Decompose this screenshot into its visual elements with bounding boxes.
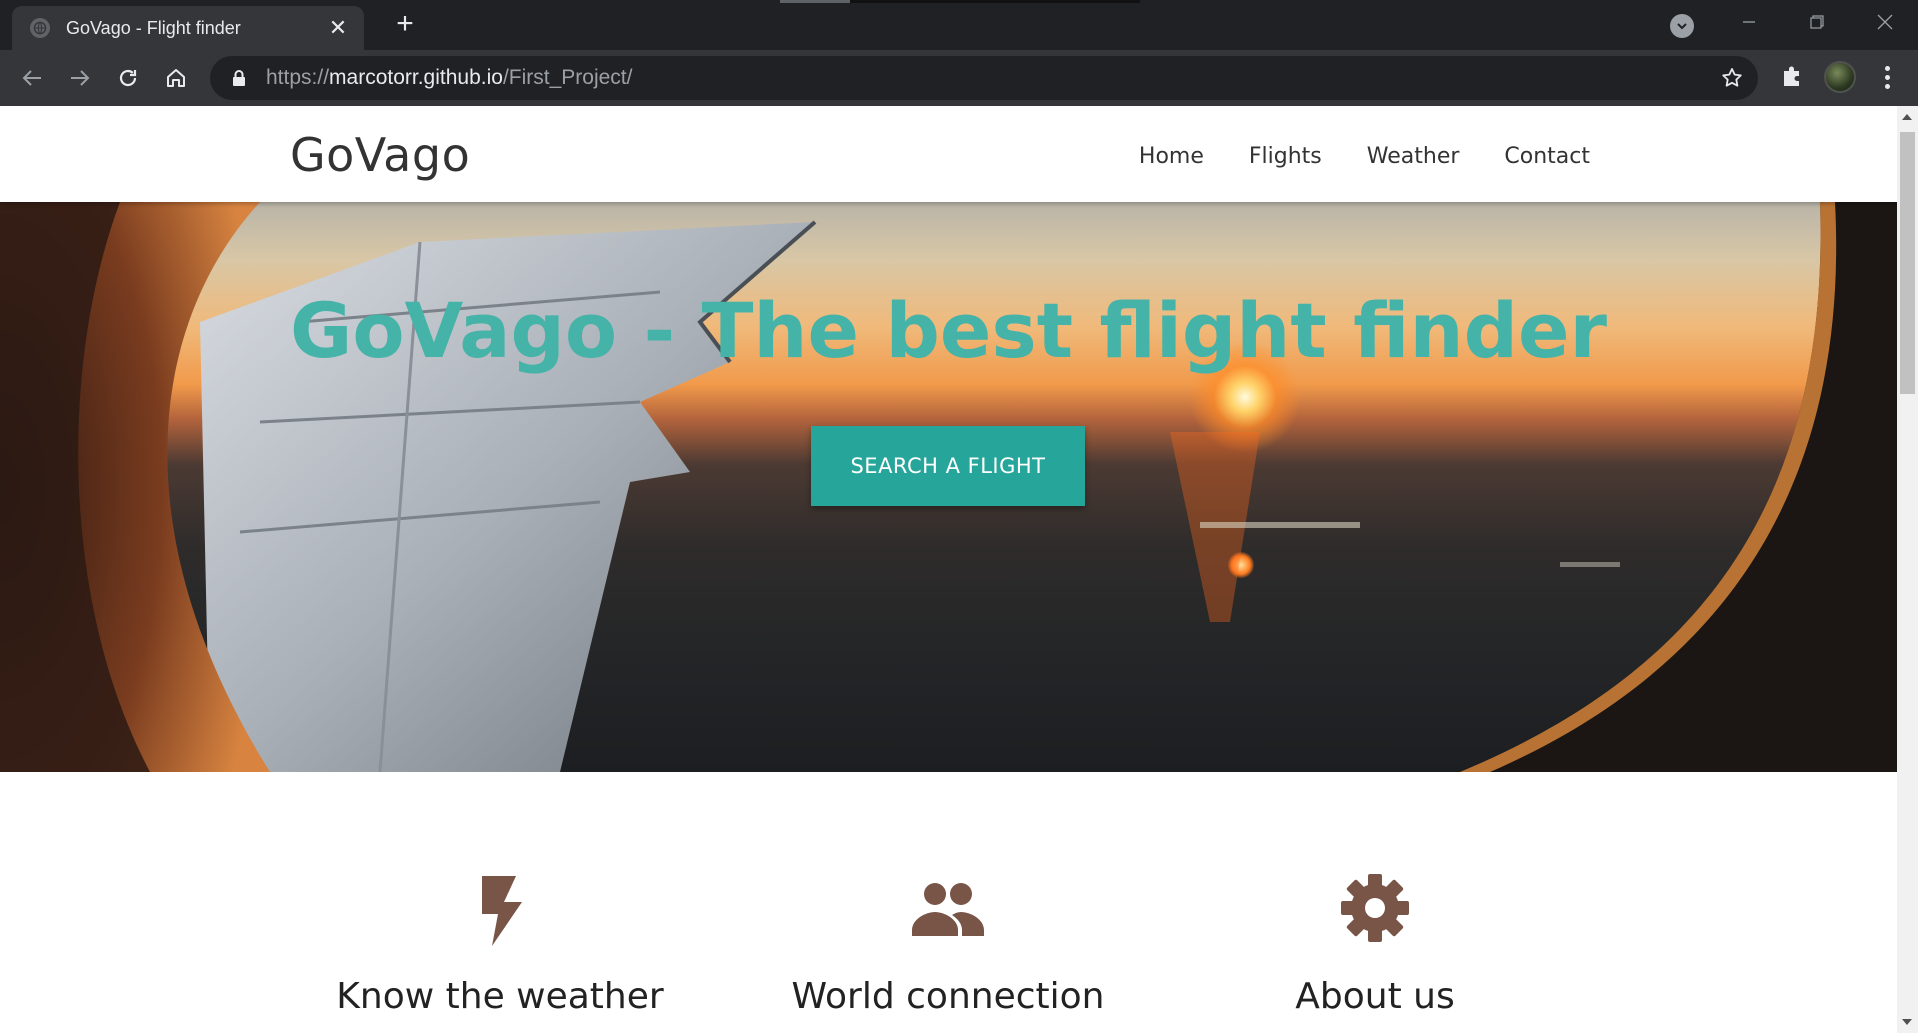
tab-strip-indicator — [780, 0, 1140, 3]
scroll-up-arrow-icon[interactable] — [1902, 114, 1912, 120]
browser-menu-button[interactable] — [1874, 62, 1900, 92]
arrow-right-icon — [71, 70, 90, 86]
feature-title: About us — [1295, 976, 1455, 1017]
extensions-puzzle-icon[interactable] — [1778, 62, 1806, 90]
window-close-button[interactable] — [1862, 8, 1908, 36]
search-flight-button[interactable]: SEARCH A FLIGHT — [811, 426, 1085, 506]
profile-avatar[interactable] — [1824, 61, 1856, 93]
tab-close-icon[interactable]: ✕ — [326, 15, 350, 41]
gear-icon — [1341, 874, 1409, 942]
url-text: https://marcotorr.github.io/First_Projec… — [266, 66, 633, 89]
site-nav-links: Home Flights Weather Contact — [1139, 144, 1590, 169]
people-icon — [912, 883, 984, 936]
restore-button[interactable] — [1794, 8, 1840, 36]
nav-link-weather[interactable]: Weather — [1367, 144, 1460, 169]
arrow-left-icon — [22, 70, 41, 86]
close-icon — [1877, 14, 1893, 30]
address-bar[interactable]: https://marcotorr.github.io/First_Projec… — [210, 56, 1758, 100]
globe-icon — [30, 18, 50, 38]
feature-title: World connection — [791, 976, 1105, 1017]
feature-title: Know the weather — [336, 976, 664, 1017]
chevron-down-icon — [1677, 23, 1687, 30]
nav-link-contact[interactable]: Contact — [1504, 144, 1590, 169]
page-viewport: GoVago Home Flights Weather Contact GoVa… — [0, 106, 1897, 1033]
site-logo[interactable]: GoVago — [290, 128, 470, 182]
lock-icon — [233, 70, 245, 86]
minimize-icon — [1743, 21, 1755, 23]
bookmark-star-icon[interactable] — [1720, 66, 1744, 90]
restore-icon — [1810, 15, 1824, 29]
browser-tab-strip: GoVago - Flight finder ✕ + — [0, 0, 1918, 50]
scrollbar-thumb[interactable] — [1900, 132, 1915, 394]
reload-icon — [119, 69, 137, 87]
flash-icon — [482, 876, 522, 946]
site-navbar: GoVago Home Flights Weather Contact — [0, 106, 1897, 202]
page-scrollbar[interactable] — [1897, 106, 1918, 1033]
hero-banner: GoVago - The best flight finder SEARCH A… — [0, 202, 1897, 772]
nav-link-home[interactable]: Home — [1139, 144, 1204, 169]
new-tab-button[interactable]: + — [390, 9, 420, 40]
home-icon — [167, 69, 185, 87]
tab-search-button[interactable] — [1670, 14, 1694, 38]
scroll-down-arrow-icon[interactable] — [1902, 1019, 1912, 1025]
back-button[interactable] — [16, 62, 48, 94]
minimize-button[interactable] — [1726, 8, 1772, 36]
home-button[interactable] — [160, 62, 192, 94]
browser-toolbar: https://marcotorr.github.io/First_Projec… — [0, 50, 1918, 106]
features-section: Know the weather World connection About … — [0, 772, 1897, 1033]
reload-button[interactable] — [112, 62, 144, 94]
browser-tab[interactable]: GoVago - Flight finder ✕ — [12, 6, 364, 50]
forward-button[interactable] — [64, 62, 96, 94]
nav-link-flights[interactable]: Flights — [1249, 144, 1322, 169]
tab-title: GoVago - Flight finder — [66, 17, 241, 38]
hero-title: GoVago - The best flight finder — [289, 286, 1608, 375]
